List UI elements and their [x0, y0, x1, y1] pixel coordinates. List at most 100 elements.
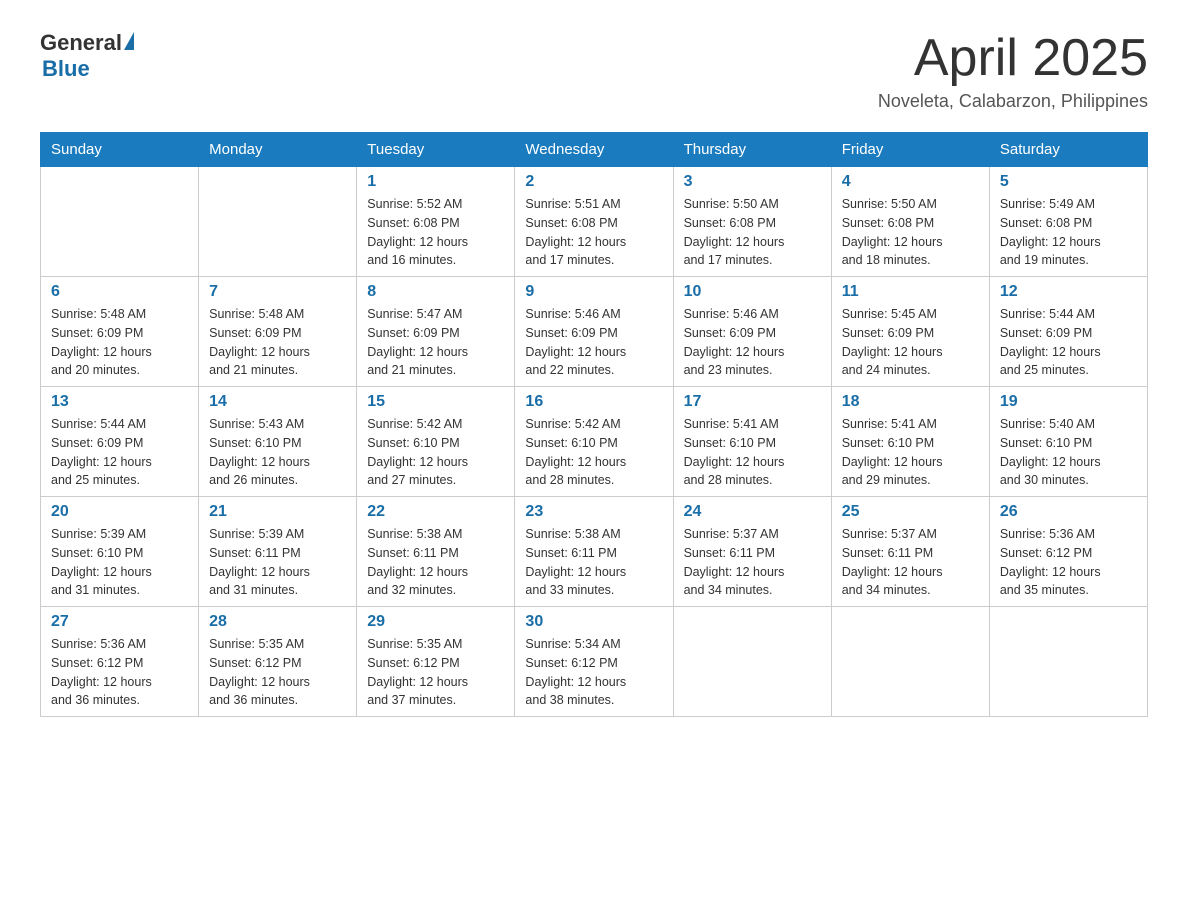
day-number: 19: [1000, 393, 1137, 411]
calendar-cell: 9Sunrise: 5:46 AM Sunset: 6:09 PM Daylig…: [515, 277, 673, 387]
logo-general: General: [40, 30, 122, 56]
calendar-cell: 27 Sunrise: 5:36 AM Sunset: 6:12 PM Dayli…: [41, 607, 199, 717]
day-number: 4: [842, 173, 979, 191]
calendar-cell: 13 Sunrise: 5:44 AM Sunset: 6:09 PM Dayli…: [41, 387, 199, 497]
page-header: General Blue April 2025 Noveleta, Calaba…: [40, 30, 1148, 112]
calendar-cell: 23Sunrise: 5:38 AM Sunset: 6:11 PM Dayli…: [515, 497, 673, 607]
day-number: 7: [209, 283, 346, 301]
day-info: Sunrise: 5:50 AM Sunset: 6:08 PM Dayligh…: [684, 195, 821, 270]
day-number: 1: [367, 173, 504, 191]
day-info: Sunrise: 5:34 AM Sunset: 6:12 PM Dayligh…: [525, 635, 662, 710]
calendar-header-saturday: Saturday: [989, 133, 1147, 167]
day-info: Sunrise: 5:35 AM Sunset: 6:12 PM Dayligh…: [209, 635, 346, 710]
day-info: Sunrise: 5:44 AM Sunset: 6:09 PM Dayligh…: [51, 415, 188, 490]
day-number: 27: [51, 613, 188, 631]
day-info: Sunrise: 5:49 AM Sunset: 6:08 PM Dayligh…: [1000, 195, 1137, 270]
calendar-cell: [41, 167, 199, 277]
calendar-cell: 25 Sunrise: 5:37 AM Sunset: 6:11 PM Dayli…: [831, 497, 989, 607]
day-info: Sunrise: 5:41 AM Sunset: 6:10 PM Dayligh…: [842, 415, 979, 490]
day-info: Sunrise: 5:39 AM Sunset: 6:10 PM Dayligh…: [51, 525, 188, 600]
day-number: 2: [525, 173, 662, 191]
calendar-cell: 18 Sunrise: 5:41 AM Sunset: 6:10 PM Dayli…: [831, 387, 989, 497]
calendar-cell: [989, 607, 1147, 717]
week-row-5: 27 Sunrise: 5:36 AM Sunset: 6:12 PM Dayli…: [41, 607, 1148, 717]
logo-triangle-icon: [124, 32, 134, 50]
calendar-header-tuesday: Tuesday: [357, 133, 515, 167]
calendar-cell: 29Sunrise: 5:35 AM Sunset: 6:12 PM Dayli…: [357, 607, 515, 717]
calendar-cell: 20Sunrise: 5:39 AM Sunset: 6:10 PM Dayli…: [41, 497, 199, 607]
day-info: Sunrise: 5:48 AM Sunset: 6:09 PM Dayligh…: [209, 305, 346, 380]
calendar-cell: 19 Sunrise: 5:40 AM Sunset: 6:10 PM Dayli…: [989, 387, 1147, 497]
calendar-cell: 17 Sunrise: 5:41 AM Sunset: 6:10 PM Dayli…: [673, 387, 831, 497]
calendar-cell: 26 Sunrise: 5:36 AM Sunset: 6:12 PM Dayli…: [989, 497, 1147, 607]
calendar-cell: [831, 607, 989, 717]
day-number: 28: [209, 613, 346, 631]
calendar-cell: 12 Sunrise: 5:44 AM Sunset: 6:09 PM Dayli…: [989, 277, 1147, 387]
day-info: Sunrise: 5:51 AM Sunset: 6:08 PM Dayligh…: [525, 195, 662, 270]
day-number: 8: [367, 283, 504, 301]
calendar-header-sunday: Sunday: [41, 133, 199, 167]
day-number: 14: [209, 393, 346, 411]
day-info: Sunrise: 5:36 AM Sunset: 6:12 PM Dayligh…: [1000, 525, 1137, 600]
calendar-header-friday: Friday: [831, 133, 989, 167]
day-number: 5: [1000, 173, 1137, 191]
calendar-cell: 6 Sunrise: 5:48 AM Sunset: 6:09 PM Daylig…: [41, 277, 199, 387]
calendar-cell: 16Sunrise: 5:42 AM Sunset: 6:10 PM Dayli…: [515, 387, 673, 497]
calendar-cell: 7 Sunrise: 5:48 AM Sunset: 6:09 PM Daylig…: [199, 277, 357, 387]
calendar-cell: 8 Sunrise: 5:47 AM Sunset: 6:09 PM Daylig…: [357, 277, 515, 387]
calendar-header-thursday: Thursday: [673, 133, 831, 167]
calendar-cell: 24 Sunrise: 5:37 AM Sunset: 6:11 PM Dayli…: [673, 497, 831, 607]
calendar-cell: 21Sunrise: 5:39 AM Sunset: 6:11 PM Dayli…: [199, 497, 357, 607]
day-number: 12: [1000, 283, 1137, 301]
calendar-cell: 28 Sunrise: 5:35 AM Sunset: 6:12 PM Dayli…: [199, 607, 357, 717]
day-number: 18: [842, 393, 979, 411]
day-number: 23: [525, 503, 662, 521]
day-number: 26: [1000, 503, 1137, 521]
day-number: 25: [842, 503, 979, 521]
title-section: April 2025 Noveleta, Calabarzon, Philipp…: [878, 30, 1148, 112]
location-subtitle: Noveleta, Calabarzon, Philippines: [878, 91, 1148, 112]
day-number: 3: [684, 173, 821, 191]
day-info: Sunrise: 5:42 AM Sunset: 6:10 PM Dayligh…: [367, 415, 504, 490]
day-info: Sunrise: 5:41 AM Sunset: 6:10 PM Dayligh…: [684, 415, 821, 490]
day-info: Sunrise: 5:50 AM Sunset: 6:08 PM Dayligh…: [842, 195, 979, 270]
calendar-cell: 11Sunrise: 5:45 AM Sunset: 6:09 PM Dayli…: [831, 277, 989, 387]
day-number: 10: [684, 283, 821, 301]
calendar-header-wednesday: Wednesday: [515, 133, 673, 167]
day-info: Sunrise: 5:38 AM Sunset: 6:11 PM Dayligh…: [367, 525, 504, 600]
day-info: Sunrise: 5:47 AM Sunset: 6:09 PM Dayligh…: [367, 305, 504, 380]
day-number: 16: [525, 393, 662, 411]
day-number: 22: [367, 503, 504, 521]
calendar-header-row: SundayMondayTuesdayWednesdayThursdayFrid…: [41, 133, 1148, 167]
day-info: Sunrise: 5:43 AM Sunset: 6:10 PM Dayligh…: [209, 415, 346, 490]
day-info: Sunrise: 5:44 AM Sunset: 6:09 PM Dayligh…: [1000, 305, 1137, 380]
day-info: Sunrise: 5:48 AM Sunset: 6:09 PM Dayligh…: [51, 305, 188, 380]
day-number: 30: [525, 613, 662, 631]
day-number: 17: [684, 393, 821, 411]
day-number: 29: [367, 613, 504, 631]
day-info: Sunrise: 5:40 AM Sunset: 6:10 PM Dayligh…: [1000, 415, 1137, 490]
day-number: 24: [684, 503, 821, 521]
day-number: 11: [842, 283, 979, 301]
month-title: April 2025: [878, 30, 1148, 87]
day-number: 13: [51, 393, 188, 411]
calendar-table: SundayMondayTuesdayWednesdayThursdayFrid…: [40, 132, 1148, 717]
day-number: 6: [51, 283, 188, 301]
day-number: 21: [209, 503, 346, 521]
calendar-cell: 2 Sunrise: 5:51 AM Sunset: 6:08 PM Daylig…: [515, 167, 673, 277]
calendar-cell: 15 Sunrise: 5:42 AM Sunset: 6:10 PM Dayli…: [357, 387, 515, 497]
day-info: Sunrise: 5:36 AM Sunset: 6:12 PM Dayligh…: [51, 635, 188, 710]
calendar-cell: 4 Sunrise: 5:50 AM Sunset: 6:08 PM Daylig…: [831, 167, 989, 277]
calendar-cell: 14 Sunrise: 5:43 AM Sunset: 6:10 PM Dayli…: [199, 387, 357, 497]
week-row-1: 1Sunrise: 5:52 AM Sunset: 6:08 PM Daylig…: [41, 167, 1148, 277]
day-info: Sunrise: 5:37 AM Sunset: 6:11 PM Dayligh…: [684, 525, 821, 600]
day-number: 15: [367, 393, 504, 411]
calendar-cell: [199, 167, 357, 277]
week-row-2: 6 Sunrise: 5:48 AM Sunset: 6:09 PM Daylig…: [41, 277, 1148, 387]
day-info: Sunrise: 5:37 AM Sunset: 6:11 PM Dayligh…: [842, 525, 979, 600]
calendar-cell: [673, 607, 831, 717]
logo: General Blue: [40, 30, 134, 82]
calendar-cell: 22 Sunrise: 5:38 AM Sunset: 6:11 PM Dayli…: [357, 497, 515, 607]
week-row-3: 13 Sunrise: 5:44 AM Sunset: 6:09 PM Dayli…: [41, 387, 1148, 497]
calendar-cell: 30 Sunrise: 5:34 AM Sunset: 6:12 PM Dayli…: [515, 607, 673, 717]
